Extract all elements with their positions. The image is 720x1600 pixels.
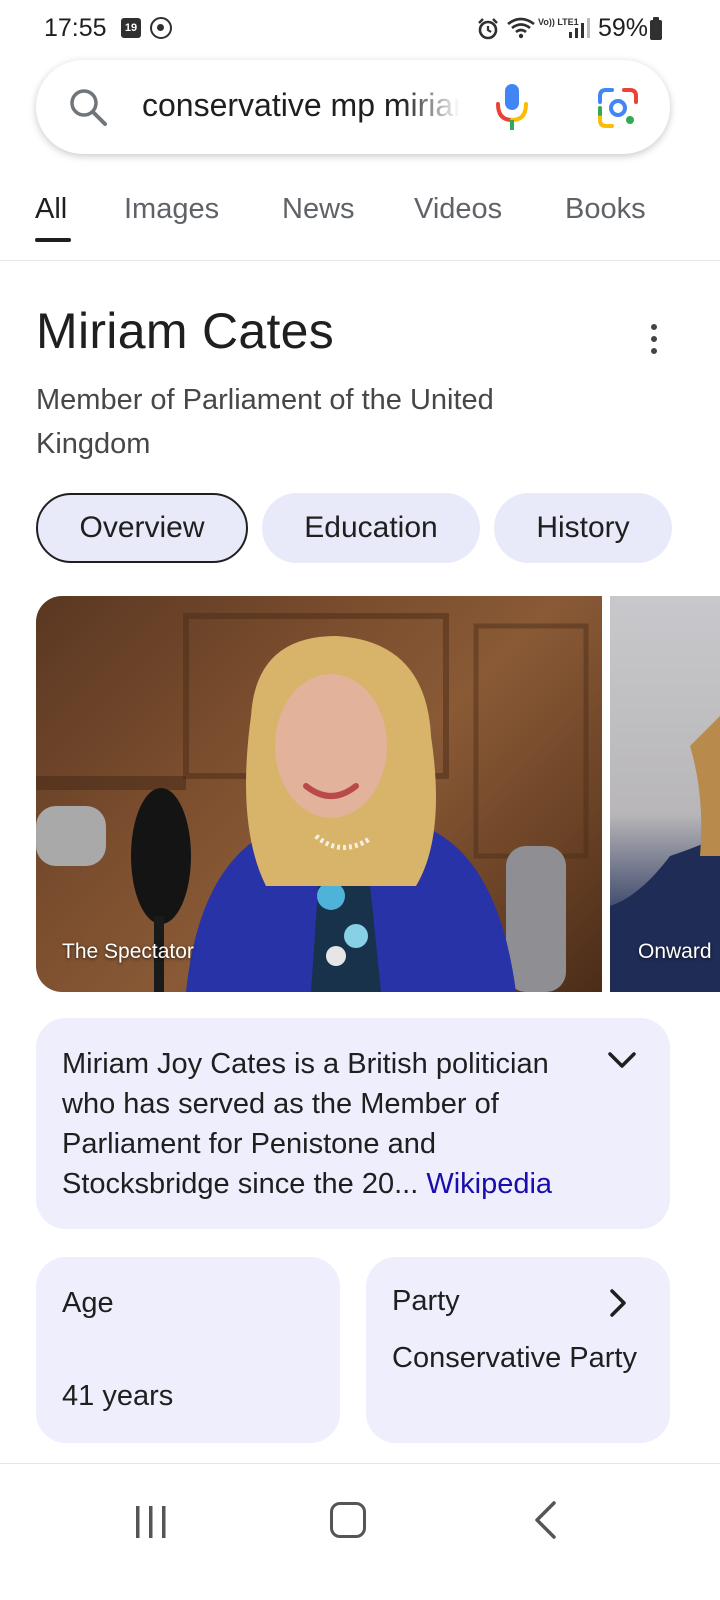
entity-image-main[interactable]: The Spectator [36,596,602,992]
battery-icon [650,17,662,40]
description-text: Miriam Joy Cates is a British politician… [62,1044,602,1204]
nav-home-icon[interactable] [330,1502,366,1538]
calendar-notification-icon: 19 [121,18,141,38]
tab-images[interactable]: Images [124,193,219,226]
search-input[interactable]: conservative mp miriam cates [142,87,460,124]
mic-icon[interactable] [494,82,530,134]
tab-news[interactable]: News [282,193,355,226]
active-tab-indicator [35,238,71,242]
search-tabs: All Images News Videos Books [0,185,720,261]
tab-all[interactable]: All [35,193,67,226]
chip-history[interactable]: History [494,493,672,563]
wifi-icon [507,17,535,39]
image-caption: Onward [638,940,712,963]
chevron-down-icon[interactable] [606,1048,638,1072]
fact-label: Party [392,1285,460,1317]
chip-education[interactable]: Education [262,493,480,563]
more-vert-icon[interactable] [640,320,670,360]
record-notification-icon [150,17,172,39]
tab-videos[interactable]: Videos [414,193,502,226]
nav-back-icon[interactable] [532,1500,558,1540]
portrait-illustration [36,613,589,992]
battery-percent: 59% [598,14,649,42]
fact-card-party[interactable]: Party Conservative Party [366,1257,670,1443]
lens-icon[interactable] [596,86,640,130]
fact-value: 41 years [62,1380,174,1412]
fact-value: Conservative Party [392,1342,637,1374]
search-icon[interactable] [66,85,110,129]
signal-icon [569,18,590,38]
fact-label: Age [62,1287,114,1319]
description-card[interactable]: Miriam Joy Cates is a British politician… [36,1018,670,1229]
chevron-right-icon[interactable] [606,1287,630,1319]
chip-overview[interactable]: Overview [36,493,248,563]
tab-books[interactable]: Books [565,193,646,226]
fact-card-age: Age 41 years [36,1257,340,1443]
image-caption: The Spectator [62,940,194,963]
system-nav-bar [0,1463,720,1600]
entity-subtitle: Member of Parliament of the United Kingd… [36,384,494,460]
entity-title: Miriam Cates [36,303,335,359]
alarm-icon [478,18,498,40]
search-bar[interactable]: conservative mp miriam cates [36,60,670,154]
nav-recent-icon[interactable] [134,1504,168,1540]
status-time: 17:55 [44,14,107,42]
wikipedia-link[interactable]: Wikipedia [426,1168,552,1200]
entity-image-secondary[interactable]: Onward [610,596,720,992]
portrait-illustration-2 [610,716,720,992]
status-bar: 17:55 19 Vo)) LTE1 59% [0,0,720,58]
